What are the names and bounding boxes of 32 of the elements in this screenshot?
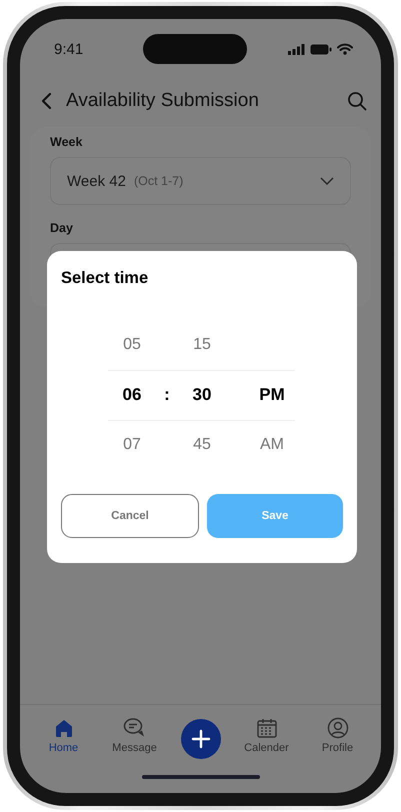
field-label: Week bbox=[50, 135, 84, 149]
search-icon[interactable] bbox=[347, 91, 367, 111]
time-option[interactable]: 06 bbox=[122, 370, 142, 420]
wifi-icon bbox=[336, 43, 353, 55]
time-option[interactable]: 45 bbox=[193, 420, 211, 470]
cancel-button[interactable]: Cancel bbox=[61, 494, 199, 538]
chat-bubble-icon bbox=[122, 717, 146, 739]
nav-tab[interactable]: Message bbox=[110, 717, 160, 754]
plus-icon bbox=[190, 729, 210, 749]
time-option[interactable]: 15 bbox=[193, 320, 211, 370]
status-time: 9:41 bbox=[54, 40, 84, 58]
back-icon[interactable] bbox=[40, 92, 52, 110]
chevron-down-icon bbox=[320, 177, 334, 185]
time-option[interactable]: 05 bbox=[123, 320, 141, 370]
time-option[interactable]: PM bbox=[259, 370, 285, 420]
time-option[interactable]: 30 bbox=[192, 370, 212, 420]
nav-tab[interactable]: Calender bbox=[242, 717, 292, 754]
profile-icon bbox=[326, 717, 348, 739]
nav-tab[interactable]: Home bbox=[38, 717, 88, 754]
save-button[interactable]: Save bbox=[207, 494, 343, 538]
add-button[interactable] bbox=[180, 719, 220, 759]
page-title: Availability Submission bbox=[66, 90, 260, 112]
time-separator: : bbox=[164, 385, 170, 405]
dropdown-field[interactable]: Week 42 (Oct 1-7) bbox=[50, 157, 351, 205]
time-option[interactable]: AM bbox=[260, 420, 284, 470]
dialog-title: Select time bbox=[61, 269, 150, 288]
nav-tab[interactable]: Profile bbox=[312, 717, 362, 754]
battery-icon bbox=[310, 44, 332, 54]
signal-icon bbox=[288, 44, 305, 54]
field-label: Day bbox=[50, 221, 74, 235]
time-option[interactable]: 07 bbox=[123, 420, 141, 470]
calendar-icon bbox=[256, 717, 278, 739]
